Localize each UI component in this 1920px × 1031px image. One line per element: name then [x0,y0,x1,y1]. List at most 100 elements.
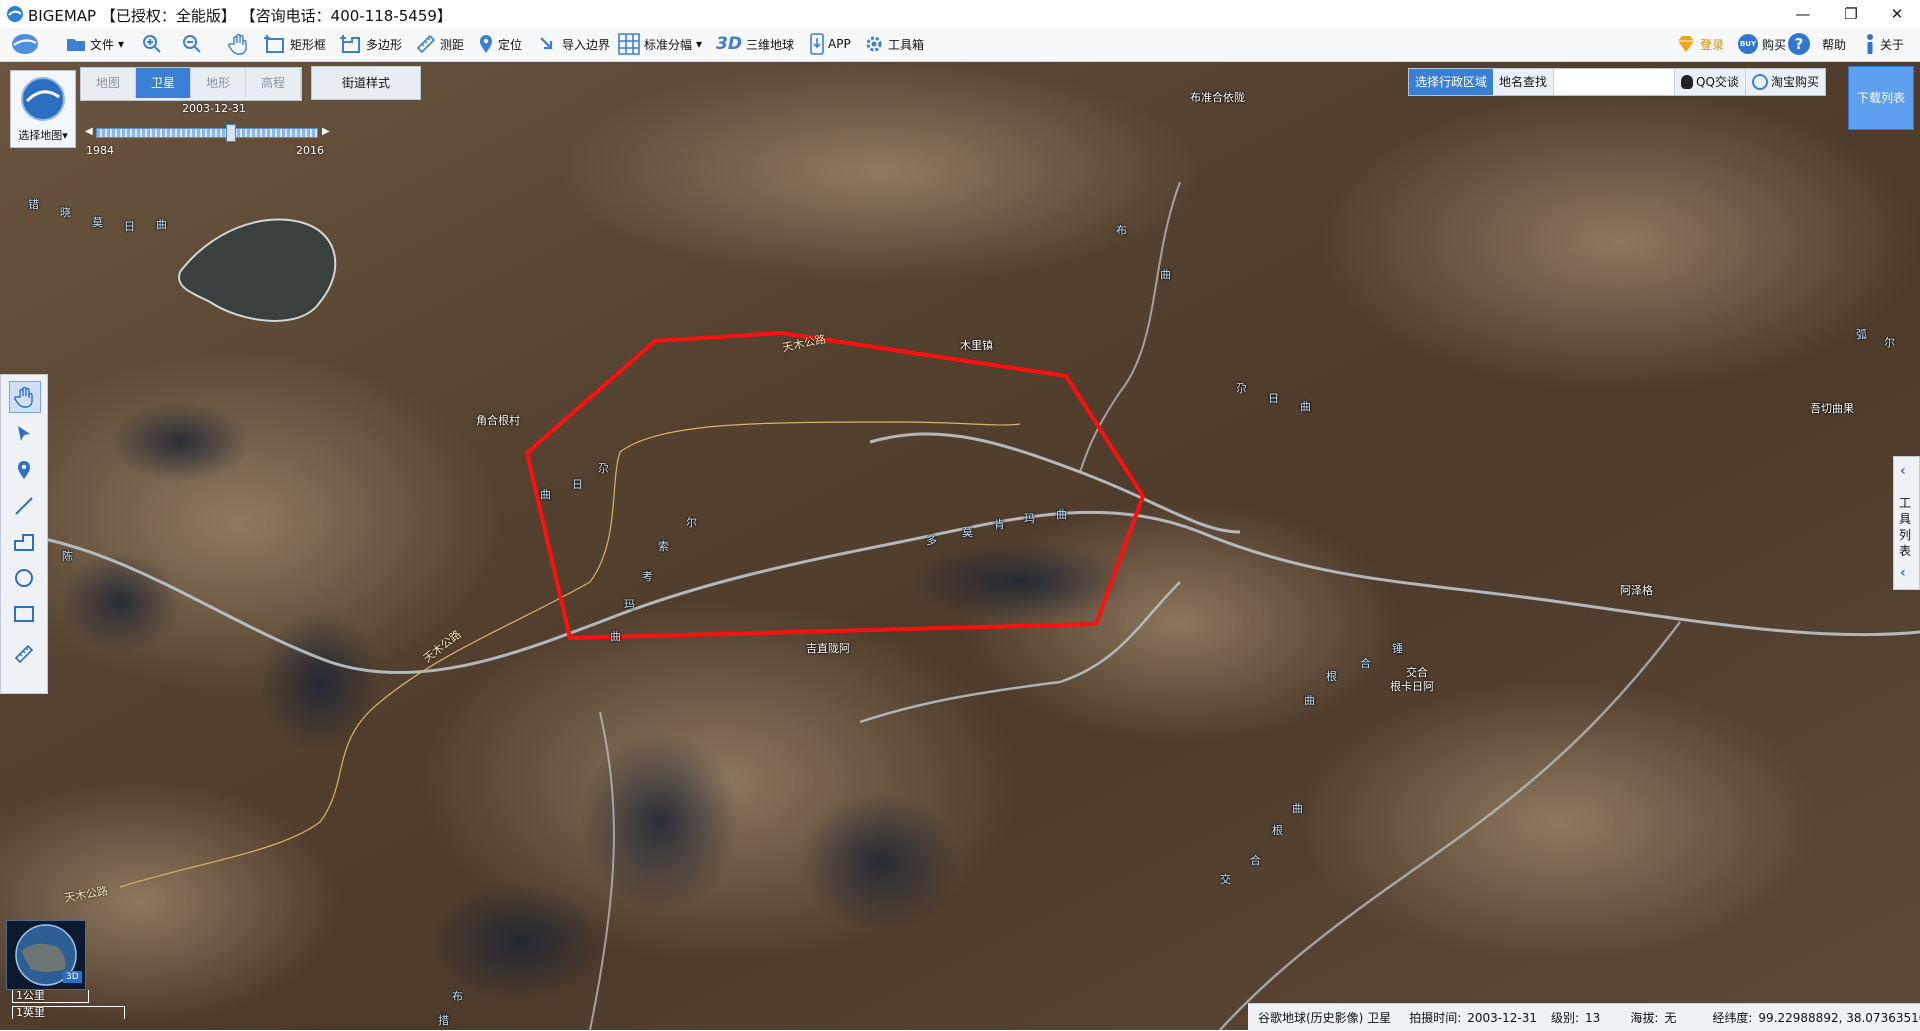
rectangle-tool[interactable] [9,599,39,629]
globe-3d-button[interactable]: 3D 三维地球 [716,30,794,58]
river-label: 曲 [1300,400,1311,413]
river-label: 曲 [610,630,621,643]
globe-minimap[interactable]: 3D [6,920,86,990]
qq-chat-button[interactable]: QQ交谈 [1674,69,1745,95]
river-label: 交 [1220,873,1231,886]
pan-button[interactable] [228,30,250,58]
imagery-source: 谷歌地球(历史影像) 卫星 [1258,1011,1392,1025]
tab-terrain[interactable]: 地形 [191,68,246,98]
scale-bar: 1公里 1英里 [10,988,125,1026]
tab-elevation[interactable]: 高程 [246,68,301,98]
ruler-icon [14,644,34,664]
place-label: 角合根村 [476,414,520,427]
locate-label: 定位 [498,37,523,52]
login-button[interactable]: 登录 [1676,30,1724,58]
toolbar: 文件 ▾ 矩形框 多边形 测距 定位 导入边界 标准分幅 ▾ 3D 三维地球 APP [0,28,1920,62]
license-text: 【已授权：全能版】 [100,7,236,25]
river-label: 合 [1360,657,1371,670]
river-label: 尔 [1884,336,1895,349]
timeline-start-year: 1984 [86,144,114,157]
timeline-left-arrow[interactable]: ◀ [85,126,93,137]
satellite-map[interactable]: 布准合依陇 木里镇 角合根村 吉直陇阿 阿泽格 交合 根卡日阿 吾切曲果 天木公… [0,62,1920,1030]
info-icon [1867,34,1873,54]
river-label: 曲 [156,218,167,231]
file-menu-button[interactable]: 文件 ▾ [66,30,124,58]
river-label: 尕 [598,462,609,475]
river-label: 根 [1326,670,1337,683]
minimize-button[interactable]: — [1780,0,1826,28]
timeline-current-date: 2003-12-31 [182,102,246,115]
close-button[interactable]: ✕ [1874,0,1920,28]
polygon-select-icon [340,35,360,53]
3d-icon: 3D [716,34,742,54]
river-label: 尔 [686,516,697,529]
timeline-slider[interactable] [96,128,318,138]
help-question-icon: ? [1788,33,1810,55]
polyline-tool[interactable] [9,527,39,557]
zoom-in-button[interactable] [142,30,162,58]
zoom-out-button[interactable] [182,30,202,58]
circle-tool[interactable] [9,563,39,593]
river-label: 尕 [1236,382,1247,395]
hand-icon [228,33,247,55]
street-style-button[interactable]: 街道样式 [311,66,421,100]
river-label: 考 [642,570,653,583]
rect-select-label: 矩形框 [290,37,327,52]
zoom-level-value: 13 [1585,1010,1601,1025]
buy-badge-icon: BUY [1738,34,1758,54]
help-label: 帮助 [1822,37,1847,52]
altitude-label: 海拔: [1630,1011,1659,1025]
river-label: 锤 [1392,642,1403,655]
bigemap-globe-icon[interactable] [10,32,40,56]
about-button[interactable]: 关于 [1864,30,1904,58]
line-tool[interactable] [9,491,39,521]
buy-button[interactable]: BUY 购买 [1738,30,1786,58]
pan-tool[interactable] [9,381,41,413]
rect-select-button[interactable]: 矩形框 [264,30,326,58]
place-search-tab[interactable]: 地名查找 [1493,69,1553,95]
app-button[interactable]: APP [810,30,851,58]
taobao-buy-button[interactable]: 淘宝购买 [1744,69,1825,95]
restore-button[interactable]: ❐ [1828,0,1874,28]
river-label: 布 [1116,224,1127,237]
admin-region-button[interactable]: 选择行政区域 [1409,69,1494,95]
tool-list-panel[interactable]: ‹ 工具列表 ‹ [1893,456,1920,590]
tab-satellite[interactable]: 卫星 [136,68,191,98]
scale-mi: 1英里 [12,1006,125,1019]
help-button[interactable]: ? 帮助 [1788,30,1846,58]
select-tool[interactable] [9,419,39,449]
ruler-icon [416,34,436,54]
river-label: 曲 [1160,268,1171,281]
import-border-button[interactable]: 导入边界 [538,30,610,58]
about-label: 关于 [1880,37,1905,52]
measure-tool[interactable] [9,639,39,669]
imagery-timeline: 2003-12-31 ◀ ▶ 1984 2016 [82,102,334,158]
marker-tool[interactable] [9,455,39,485]
select-map-button[interactable]: 选择地图▾ [10,70,76,148]
satellite-imagery[interactable] [0,62,1920,1030]
river-label: 日 [572,478,583,491]
app-name: BIGEMAP [28,7,97,25]
timeline-right-arrow[interactable]: ▶ [322,126,330,137]
tab-map[interactable]: 地图 [81,68,136,98]
timeline-slider-handle[interactable] [226,124,237,142]
polygon-select-button[interactable]: 多边形 [340,30,402,58]
river-label: 曲 [1056,508,1067,521]
zoom-in-icon [143,35,161,53]
place-label: 阿泽格 [1620,584,1653,597]
download-list-button[interactable]: 下载列表 [1848,66,1914,130]
river-label: 陈 [62,550,73,563]
hotline-text: 【咨询电话：400-118-5459】 [240,7,452,25]
select-map-label: 选择地图▾ [18,129,68,142]
measure-button[interactable]: 测距 [416,30,464,58]
import-border-label: 导入边界 [562,37,611,52]
toolbox-button[interactable]: 工具箱 [864,30,924,58]
search-input[interactable] [1553,69,1675,95]
chevron-left-icon[interactable]: ‹ [1900,565,1906,581]
capture-time-label: 拍摄时间: [1409,1011,1462,1025]
standard-grid-button[interactable]: 标准分幅 ▾ [618,30,702,58]
map-type-tabs: 地图 卫星 地形 高程 [80,67,302,101]
locate-button[interactable]: 定位 [478,30,522,58]
chevron-left-icon[interactable]: ‹ [1900,463,1906,479]
river-label: 晓 [60,206,71,219]
